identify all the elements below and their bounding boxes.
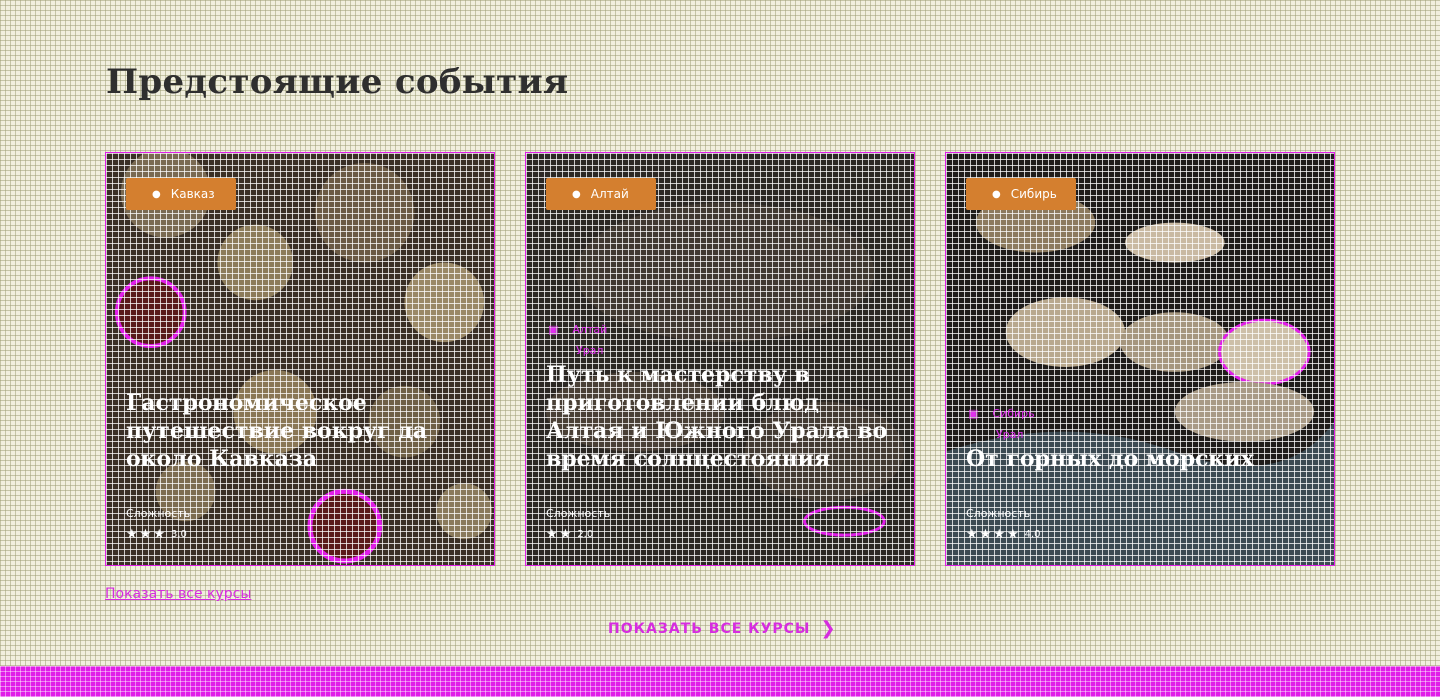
difficulty-label: Сложность	[126, 507, 191, 520]
region-badge: ● Сибирь	[966, 178, 1076, 210]
page-title: Предстоящие события	[106, 62, 569, 102]
region-badge: ● Алтай	[546, 178, 656, 210]
star-icon: ★	[153, 527, 165, 542]
show-all-courses-button[interactable]: ПОКАЗАТЬ ВСЕ КУРСЫ ❯	[608, 618, 837, 639]
star-icon: ★	[966, 527, 978, 542]
star-icon: ★	[139, 527, 152, 542]
star-icon: ★	[546, 527, 558, 542]
meta-line: Урал	[576, 344, 604, 357]
region-badge: ● Кавказ	[126, 178, 236, 210]
show-all-courses-label: ПОКАЗАТЬ ВСЕ КУРСЫ	[608, 620, 811, 637]
region-badge-label: Алтай	[590, 187, 629, 201]
calendar-icon: ▣	[548, 323, 559, 336]
calendar-icon: ▣	[968, 407, 979, 420]
card-image	[946, 153, 1334, 565]
star-icon: ★	[559, 527, 572, 542]
chevron-right-icon: ❯	[820, 618, 837, 639]
map-pin-icon: ●	[152, 188, 161, 200]
event-card[interactable]: ● Сибирь ▣ Сибирь Урал От горных до морс…	[945, 152, 1335, 566]
star-icon: ★	[993, 527, 1005, 542]
star-icon: ★	[126, 527, 138, 542]
difficulty-rating: ★ ★ 2.0	[546, 527, 593, 542]
card-image	[106, 153, 494, 565]
meta-line: Урал	[996, 428, 1024, 441]
event-card[interactable]: ● Кавказ Гастрономическое путешествие во…	[105, 152, 495, 566]
rating-score: 4.0	[1024, 529, 1041, 540]
map-pin-icon: ●	[992, 188, 1001, 200]
difficulty-label: Сложность	[966, 507, 1031, 520]
map-pin-icon: ●	[572, 188, 581, 200]
difficulty-label: Сложность	[546, 507, 611, 520]
events-card-list: ● Кавказ Гастрономическое путешествие во…	[105, 152, 1335, 566]
rating-score: 2.0	[577, 529, 594, 540]
star-icon: ★	[1006, 527, 1019, 542]
meta-line: Алтай	[572, 323, 608, 336]
rating-score: 3.0	[170, 529, 187, 540]
card-title[interactable]: От горных до морских	[966, 445, 1320, 473]
card-title[interactable]: Путь к мастерству в приготовлении блюд А…	[546, 361, 900, 473]
card-meta: ▣ Сибирь Урал	[968, 403, 1035, 445]
card-title[interactable]: Гастрономическое путешествие вокруг да о…	[126, 389, 480, 473]
difficulty-rating: ★ ★ ★ ★ 4.0	[966, 527, 1041, 542]
event-card[interactable]: ● Алтай ▣ Алтай Урал Путь к мастерству в…	[525, 152, 915, 566]
footer-bar	[0, 666, 1440, 697]
difficulty-rating: ★ ★ ★ 3.0	[126, 527, 187, 542]
card-meta: ▣ Алтай Урал	[548, 319, 607, 361]
show-all-courses-link[interactable]: Показать все курсы	[105, 586, 251, 602]
star-icon: ★	[979, 527, 992, 542]
region-badge-label: Сибирь	[1010, 187, 1057, 201]
region-badge-label: Кавказ	[170, 187, 215, 201]
meta-line: Сибирь	[992, 407, 1035, 420]
